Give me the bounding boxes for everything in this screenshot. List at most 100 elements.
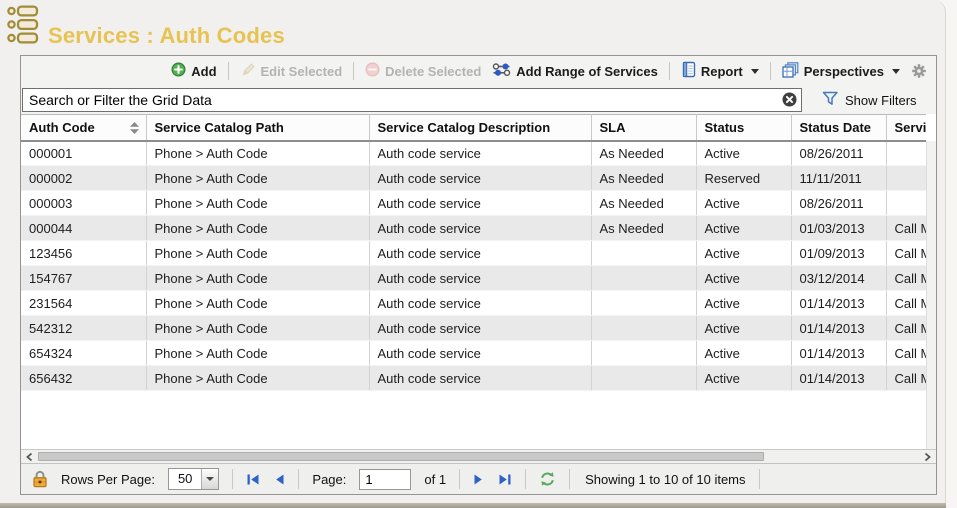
scroll-right-icon[interactable] <box>921 451 933 463</box>
column-header-status[interactable]: Status <box>696 115 791 141</box>
cell-service-catalog-path: Phone > Auth Code <box>146 241 369 266</box>
add-icon <box>171 62 186 80</box>
cell-service-catalog-description: Auth code service <box>369 191 591 216</box>
cell-auth-code: 231564 <box>21 291 146 316</box>
column-header-status-date[interactable]: Status Date <box>791 115 886 141</box>
cell-status: Active <box>696 141 791 166</box>
table-row[interactable]: 231564Phone > Auth CodeAuth code service… <box>21 291 926 316</box>
page-label: Page: <box>312 472 346 487</box>
cell-service-h: Call Manag <box>886 291 926 316</box>
cell-sla <box>591 266 696 291</box>
edit-selected-button[interactable]: Edit Selected <box>240 62 343 81</box>
cell-auth-code: 656432 <box>21 366 146 391</box>
horizontal-scrollbar[interactable] <box>21 449 936 463</box>
footer-separator <box>525 469 526 489</box>
lock-icon[interactable] <box>32 470 48 488</box>
perspectives-button[interactable]: Perspectives <box>782 62 900 81</box>
page-title: Services : Auth Codes <box>48 23 285 49</box>
footer-separator <box>232 469 233 489</box>
cell-status: Reserved <box>696 166 791 191</box>
footer-separator <box>569 469 570 489</box>
delete-selected-button[interactable]: Delete Selected <box>365 62 481 80</box>
pencil-icon <box>240 62 256 81</box>
toolbar-separator <box>770 62 771 80</box>
table-row[interactable]: 656432Phone > Auth CodeAuth code service… <box>21 366 926 391</box>
cell-service-h: Call Manag <box>886 316 926 341</box>
range-slider-icon <box>492 62 511 80</box>
table-row[interactable]: 154767Phone > Auth CodeAuth code service… <box>21 266 926 291</box>
show-filters-button[interactable]: Show Filters <box>822 91 917 109</box>
table-row[interactable]: 000044Phone > Auth CodeAuth code service… <box>21 216 926 241</box>
chevron-down-icon <box>892 69 900 74</box>
footer-separator <box>759 469 760 489</box>
cell-status-date: 01/14/2013 <box>791 341 886 366</box>
cell-sla <box>591 291 696 316</box>
cell-status: Active <box>696 366 791 391</box>
vertical-scrollbar[interactable] <box>926 141 936 449</box>
cell-sla <box>591 316 696 341</box>
app-window: Services : Auth Codes Add Edit Selected … <box>0 0 946 503</box>
toolbar-separator <box>353 62 354 80</box>
search-input[interactable] <box>22 88 802 112</box>
table-row[interactable]: 542312Phone > Auth CodeAuth code service… <box>21 316 926 341</box>
showing-items-label: Showing 1 to 10 of 10 items <box>585 472 745 487</box>
table-row[interactable]: 000003Phone > Auth CodeAuth code service… <box>21 191 926 216</box>
settings-gear-icon[interactable] <box>911 63 927 79</box>
last-page-button[interactable] <box>498 473 512 486</box>
column-header-service-catalog-path[interactable]: Service Catalog Path <box>146 115 369 141</box>
previous-page-button[interactable] <box>274 473 285 486</box>
cell-service-catalog-description: Auth code service <box>369 291 591 316</box>
page-number-input[interactable] <box>359 469 411 490</box>
horizontal-scrollbar-thumb[interactable] <box>38 452 764 461</box>
cell-status: Active <box>696 316 791 341</box>
cell-service-h <box>886 191 926 216</box>
toolbar-separator <box>669 62 670 80</box>
cell-service-catalog-description: Auth code service <box>369 216 591 241</box>
cell-status-date: 01/09/2013 <box>791 241 886 266</box>
page-of-label: of 1 <box>424 472 446 487</box>
table-row[interactable]: 654324Phone > Auth CodeAuth code service… <box>21 341 926 366</box>
chevron-down-icon <box>206 477 214 481</box>
table-row[interactable]: 000001Phone > Auth CodeAuth code service… <box>21 141 926 166</box>
cell-status: Active <box>696 341 791 366</box>
data-grid: Auth Code Service Catalog Path Service C… <box>21 114 926 391</box>
scroll-left-icon[interactable] <box>24 451 36 463</box>
footer-separator <box>459 469 460 489</box>
cell-service-catalog-path: Phone > Auth Code <box>146 191 369 216</box>
sort-icon[interactable] <box>130 122 139 137</box>
cell-status: Active <box>696 216 791 241</box>
column-header-service-h[interactable]: Service H <box>886 115 926 141</box>
column-header-auth-code[interactable]: Auth Code <box>21 115 146 141</box>
column-header-service-catalog-description[interactable]: Service Catalog Description <box>369 115 591 141</box>
refresh-icon[interactable] <box>539 471 556 487</box>
cell-status-date: 01/14/2013 <box>791 291 886 316</box>
footer-separator <box>298 469 299 489</box>
table-row[interactable]: 123456Phone > Auth CodeAuth code service… <box>21 241 926 266</box>
report-button[interactable]: Report <box>681 61 759 81</box>
cell-sla: As Needed <box>591 191 696 216</box>
table-row[interactable]: 000002Phone > Auth CodeAuth code service… <box>21 166 926 191</box>
cell-service-h <box>886 166 926 191</box>
cell-service-h: Call Manag <box>886 341 926 366</box>
next-page-button[interactable] <box>473 473 484 486</box>
cell-service-catalog-path: Phone > Auth Code <box>146 341 369 366</box>
clear-search-icon[interactable] <box>782 92 797 107</box>
perspectives-layers-icon <box>782 62 799 81</box>
toolbar-separator <box>228 62 229 80</box>
rows-per-page-select[interactable]: 50 <box>168 468 219 490</box>
cell-service-catalog-description: Auth code service <box>369 166 591 191</box>
cell-service-catalog-path: Phone > Auth Code <box>146 141 369 166</box>
delete-icon <box>365 62 380 80</box>
add-range-of-services-button[interactable]: Add Range of Services <box>492 62 658 80</box>
cell-service-catalog-description: Auth code service <box>369 141 591 166</box>
cell-sla: As Needed <box>591 216 696 241</box>
cell-service-h: Call Manag <box>886 216 926 241</box>
add-button[interactable]: Add <box>171 62 216 80</box>
cell-service-catalog-path: Phone > Auth Code <box>146 166 369 191</box>
first-page-button[interactable] <box>246 473 260 486</box>
cell-auth-code: 000003 <box>21 191 146 216</box>
pagination-bar: Rows Per Page: 50 Page: of 1 <box>21 463 936 494</box>
column-header-sla[interactable]: SLA <box>591 115 696 141</box>
grid-panel: Add Edit Selected Delete Selected Add Ra… <box>20 55 937 495</box>
grid-body: 000001Phone > Auth CodeAuth code service… <box>21 141 926 391</box>
